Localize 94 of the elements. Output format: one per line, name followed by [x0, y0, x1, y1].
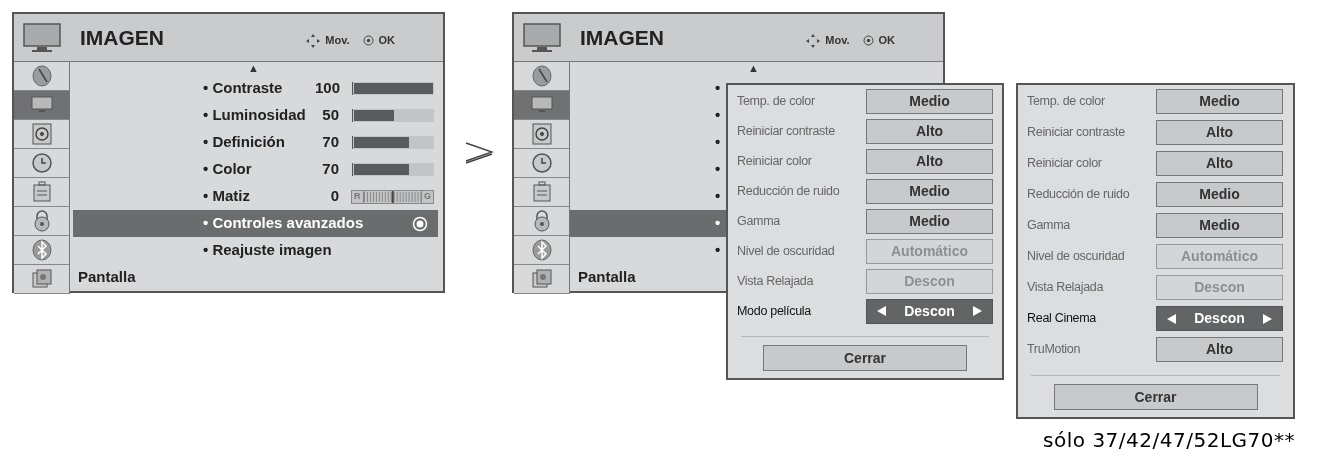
option-value[interactable]: Medio [1156, 89, 1283, 114]
photos-icon [530, 268, 553, 290]
tv-icon [523, 22, 561, 53]
menu-footer: Pantalla [78, 265, 136, 288]
option-label: Reducción de ruido [736, 182, 841, 200]
menu-footer: Pantalla [578, 265, 636, 288]
option-label: Gamma [736, 212, 781, 230]
next-arrow-icon [463, 141, 494, 164]
dish-icon [530, 65, 553, 87]
item-value: 100 [315, 78, 339, 99]
menu-item[interactable]: • Definición 70 [73, 129, 438, 156]
move-icon [806, 33, 821, 48]
sidebar-item[interactable] [514, 178, 569, 207]
tick-marks [363, 190, 421, 203]
right-arrow-icon [973, 306, 982, 316]
bluetooth-icon [530, 239, 553, 261]
right-arrow-icon [1263, 313, 1272, 324]
speaker-icon [530, 123, 553, 145]
sidebar-item[interactable] [514, 62, 569, 91]
option-label: Modo película [736, 302, 812, 320]
sidebar-item[interactable] [14, 207, 69, 236]
option-value[interactable]: Alto [866, 118, 993, 144]
menu-title: IMAGEN [580, 24, 664, 51]
bluetooth-icon [30, 239, 53, 261]
menu-item[interactable]: • Luminosidad 50 [73, 102, 438, 129]
ok-hint: OK [878, 33, 895, 49]
option-value[interactable]: Medio [1156, 213, 1283, 238]
scroll-up-arrow[interactable]: ▲ [570, 62, 943, 75]
option-label: Reiniciar color [1026, 155, 1103, 173]
menu-item[interactable]: • Controles avanzados [73, 210, 438, 237]
clock-icon [30, 152, 53, 174]
menu-item[interactable]: • Color 70 [73, 156, 438, 183]
sidebar-item[interactable] [14, 178, 69, 207]
option-label: Reducción de ruido [1026, 186, 1131, 204]
dish-icon [30, 65, 53, 87]
option-label: Reiniciar color [736, 152, 813, 170]
option-value[interactable]: Alto [1156, 120, 1283, 145]
model-note: sólo 37/42/47/52LG70** [1043, 427, 1295, 454]
option-label: Real Cinema [1026, 310, 1097, 328]
left-arrow-icon [1167, 313, 1176, 324]
option-value[interactable]: Alto [1156, 337, 1283, 362]
option-label: Reiniciar contraste [1026, 124, 1126, 142]
item-value: 0 [329, 186, 339, 207]
tv-icon [23, 22, 61, 53]
option-label: TruMotion [1026, 341, 1082, 359]
tint-label: G [421, 189, 433, 204]
ok-icon [862, 35, 874, 46]
sidebar-item[interactable] [14, 62, 69, 91]
sidebar-item[interactable] [14, 91, 69, 120]
option-value[interactable]: Medio [866, 88, 993, 114]
option-label: Gamma [1026, 217, 1071, 235]
option-label: Vista Relajada [1026, 279, 1105, 297]
sidebar-item[interactable] [514, 91, 569, 120]
item-value: 70 [321, 132, 339, 153]
scroll-up-arrow[interactable]: ▲ [70, 62, 443, 75]
option-value[interactable]: Alto [1156, 151, 1283, 176]
menu-item[interactable]: • Matiz 0 R G [73, 183, 438, 210]
ok-icon [362, 35, 374, 46]
sidebar-item[interactable] [514, 207, 569, 236]
option-value[interactable]: Descon [866, 298, 993, 324]
tint-label: R [352, 189, 364, 204]
option-label: Reiniciar contraste [736, 122, 836, 140]
item-value: 50 [321, 105, 339, 126]
move-hint: Mov. [825, 33, 850, 49]
clock-icon [530, 152, 553, 174]
sidebar-item[interactable] [514, 236, 569, 265]
toolbox-icon [530, 181, 553, 203]
option-label: Temp. de color [736, 92, 816, 110]
option-label: Nivel de oscuridad [736, 242, 836, 260]
speaker-icon [30, 123, 53, 145]
menu-title: IMAGEN [80, 24, 164, 51]
option-value[interactable]: Medio [1156, 182, 1283, 207]
sidebar-item[interactable] [514, 120, 569, 149]
item-value: 70 [321, 159, 339, 180]
option-value[interactable]: Alto [866, 148, 993, 174]
option-value[interactable]: Medio [866, 178, 993, 204]
sidebar-item[interactable] [14, 120, 69, 149]
move-icon [306, 33, 321, 48]
menu-item[interactable]: • Contraste 100 [73, 75, 438, 102]
left-arrow-icon [877, 306, 886, 316]
sidebar-item[interactable] [14, 236, 69, 265]
option-label: Vista Relajada [736, 272, 815, 290]
photos-icon [30, 268, 53, 290]
menu-item[interactable]: • Reajuste imagen [73, 237, 438, 264]
option-label: Temp. de color [1026, 93, 1106, 111]
option-value[interactable]: Medio [866, 208, 993, 234]
move-hint: Mov. [325, 33, 350, 49]
option-label: Nivel de oscuridad [1026, 248, 1126, 266]
toolbox-icon [30, 181, 53, 203]
option-value[interactable]: Descon [1156, 306, 1283, 331]
ok-hint: OK [378, 33, 395, 49]
ok-icon [412, 215, 428, 232]
close-button[interactable]: Cerrar [1053, 384, 1258, 410]
close-button[interactable]: Cerrar [763, 345, 967, 371]
